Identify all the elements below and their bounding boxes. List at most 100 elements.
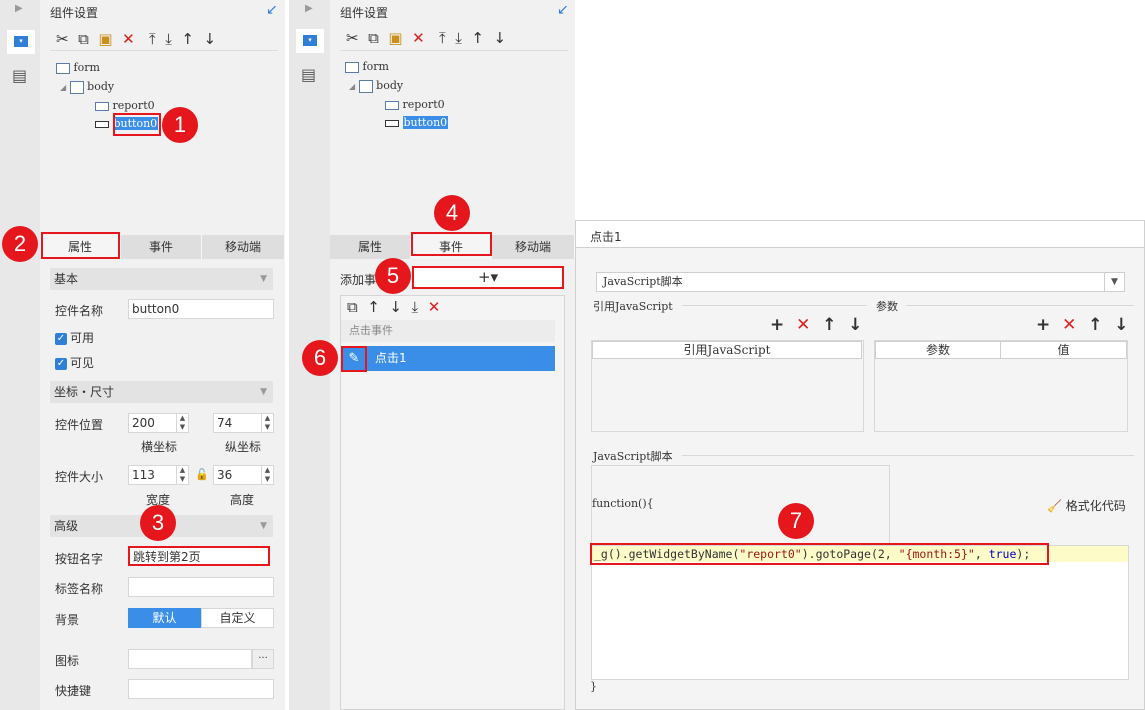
code-line[interactable]: _g().getWidgetByName("report0").gotoPage… bbox=[590, 543, 1049, 565]
step-marker-6: 6 bbox=[302, 340, 338, 376]
event-toolbar: ⧉ ↑ ↓ ⤓ ✕ bbox=[347, 298, 440, 316]
tree-form[interactable]: form bbox=[56, 61, 100, 74]
delete-icon[interactable]: ✕ bbox=[412, 29, 425, 47]
tab-events[interactable]: 事件 bbox=[121, 235, 202, 259]
widget-settings-tab-icon[interactable]: ▾ bbox=[296, 29, 324, 53]
basic-section-header[interactable]: 基本 ▼ bbox=[50, 268, 273, 290]
paste-icon[interactable]: ▣ bbox=[98, 30, 112, 48]
value-column-header[interactable]: 值 bbox=[1000, 341, 1127, 359]
panel-title: 组件设置 bbox=[340, 6, 389, 20]
coord-section-header[interactable]: 坐标・尺寸 ▼ bbox=[50, 381, 273, 403]
copy-icon[interactable]: ⧉ bbox=[368, 29, 379, 47]
move-top-icon[interactable]: ⤒ bbox=[149, 30, 156, 48]
move-up-icon[interactable]: ↑ bbox=[181, 30, 194, 48]
pos-x-spinner[interactable]: 200 ▲ ▼ bbox=[128, 413, 189, 433]
params-toolbar: + ✕ ↑ ↓ bbox=[1036, 315, 1129, 335]
move-down-icon[interactable]: ↓ bbox=[1114, 315, 1128, 335]
event-item[interactable]: 点击1 bbox=[341, 346, 555, 371]
spinner-arrows-icon[interactable]: ▲ ▼ bbox=[261, 414, 273, 432]
icon-input[interactable] bbox=[128, 649, 252, 669]
move-down-icon[interactable]: ↓ bbox=[389, 298, 402, 316]
add-event-dropdown[interactable]: +▾ bbox=[412, 266, 564, 289]
move-down-icon[interactable]: ↓ bbox=[494, 29, 507, 47]
widget-settings-tab-icon[interactable]: ▾ bbox=[7, 30, 35, 54]
param-column-header[interactable]: 参数 bbox=[875, 341, 1001, 359]
layout-icon[interactable]: ▤ bbox=[301, 65, 316, 84]
layout-icon[interactable]: ▤ bbox=[12, 66, 27, 85]
step-marker-2: 2 bbox=[2, 226, 38, 262]
collapse-arrow-icon[interactable]: ◢ bbox=[60, 83, 66, 92]
tree-form[interactable]: form bbox=[345, 60, 389, 73]
expand-arrow-icon[interactable]: ▶ bbox=[305, 3, 313, 14]
step-marker-5: 5 bbox=[375, 258, 411, 294]
bg-default-button[interactable]: 默认 bbox=[128, 608, 201, 628]
collapse-icon[interactable]: ↙ bbox=[266, 2, 278, 18]
advanced-section-title: 高级 bbox=[54, 519, 79, 533]
y-label: 纵坐标 bbox=[225, 440, 262, 454]
pos-x-value: 200 bbox=[132, 416, 155, 430]
move-up-icon[interactable]: ↑ bbox=[471, 29, 484, 47]
button-name-input[interactable]: 跳转到第2页 bbox=[128, 546, 270, 566]
tab-mobile[interactable]: 移动端 bbox=[492, 235, 575, 259]
delete-icon[interactable]: ✕ bbox=[428, 298, 441, 316]
format-code-label: 格式化代码 bbox=[1065, 499, 1126, 513]
move-down-icon[interactable]: ↓ bbox=[848, 315, 862, 335]
spinner-arrows-icon[interactable]: ▲ ▼ bbox=[176, 414, 188, 432]
tree-button[interactable]: button0 bbox=[385, 116, 449, 129]
move-top-icon[interactable]: ⤒ bbox=[439, 29, 446, 47]
move-bottom-icon[interactable]: ⤓ bbox=[455, 29, 462, 47]
format-code-button[interactable]: 🧹 格式化代码 bbox=[1047, 497, 1126, 514]
code-punct: , bbox=[974, 547, 989, 561]
script-section-label: JavaScript脚本 bbox=[593, 450, 673, 463]
delete-icon[interactable]: ✕ bbox=[122, 30, 135, 48]
move-up-icon[interactable]: ↑ bbox=[1088, 315, 1102, 335]
tree-body[interactable]: ◢ body bbox=[60, 80, 114, 94]
expand-arrow-icon[interactable]: ▶ bbox=[15, 3, 23, 14]
move-up-icon[interactable]: ↑ bbox=[367, 298, 380, 316]
cut-icon[interactable]: ✂ bbox=[346, 29, 359, 47]
paste-icon[interactable]: ▣ bbox=[388, 29, 402, 47]
tab-mobile[interactable]: 移动端 bbox=[202, 235, 285, 259]
copy-icon[interactable]: ⧉ bbox=[347, 298, 358, 316]
pos-y-spinner[interactable]: 74 ▲ ▼ bbox=[213, 413, 274, 433]
move-bottom-icon[interactable]: ⤓ bbox=[412, 298, 419, 316]
lock-icon[interactable]: 🔓 bbox=[195, 468, 209, 481]
spinner-arrows-icon[interactable]: ▲ ▼ bbox=[176, 466, 188, 484]
bg-custom-button[interactable]: 自定义 bbox=[201, 608, 274, 628]
tree-body[interactable]: ◢ body bbox=[349, 79, 403, 93]
cut-icon[interactable]: ✂ bbox=[56, 30, 69, 48]
delete-icon[interactable]: ✕ bbox=[1062, 315, 1076, 335]
tree-report[interactable]: report0 bbox=[95, 99, 155, 112]
event-item-label: 点击1 bbox=[375, 351, 407, 365]
form-icon bbox=[345, 61, 359, 73]
left-side-strip bbox=[0, 0, 40, 710]
height-spinner[interactable]: 36 ▲ ▼ bbox=[213, 465, 274, 485]
highlight-button0 bbox=[113, 113, 161, 136]
widget-name-input[interactable]: button0 bbox=[128, 299, 274, 319]
check-icon: ✓ bbox=[55, 332, 67, 345]
add-icon[interactable]: + bbox=[1036, 315, 1050, 335]
spinner-arrows-icon[interactable]: ▲ ▼ bbox=[261, 466, 273, 484]
edit-event-button[interactable]: ✎ bbox=[341, 346, 367, 372]
visible-checkbox[interactable]: ✓ 可见 bbox=[55, 354, 94, 371]
move-down-icon[interactable]: ↓ bbox=[204, 30, 217, 48]
shortcut-input[interactable] bbox=[128, 679, 274, 699]
tag-name-input[interactable] bbox=[128, 577, 274, 597]
code-editor[interactable] bbox=[591, 545, 1129, 680]
copy-icon[interactable]: ⧉ bbox=[78, 30, 89, 48]
delete-icon[interactable]: ✕ bbox=[796, 315, 810, 335]
move-up-icon[interactable]: ↑ bbox=[822, 315, 836, 335]
tree-report[interactable]: report0 bbox=[385, 98, 445, 111]
coord-section-title: 坐标・尺寸 bbox=[54, 385, 115, 399]
icon-browse-button[interactable]: ··· bbox=[252, 649, 274, 669]
event-type-select[interactable]: JavaScript脚本 ▼ bbox=[596, 272, 1125, 292]
enabled-checkbox[interactable]: ✓ 可用 bbox=[55, 329, 94, 346]
ref-js-column-header[interactable]: 引用JavaScript bbox=[592, 341, 862, 359]
width-spinner[interactable]: 113 ▲ ▼ bbox=[128, 465, 189, 485]
collapse-icon[interactable]: ↙ bbox=[557, 2, 569, 18]
move-bottom-icon[interactable]: ⤓ bbox=[165, 30, 172, 48]
tab-properties[interactable]: 属性 bbox=[330, 235, 411, 259]
add-icon[interactable]: + bbox=[770, 315, 784, 335]
collapse-arrow-icon[interactable]: ◢ bbox=[349, 82, 355, 91]
step-marker-1: 1 bbox=[162, 107, 198, 143]
